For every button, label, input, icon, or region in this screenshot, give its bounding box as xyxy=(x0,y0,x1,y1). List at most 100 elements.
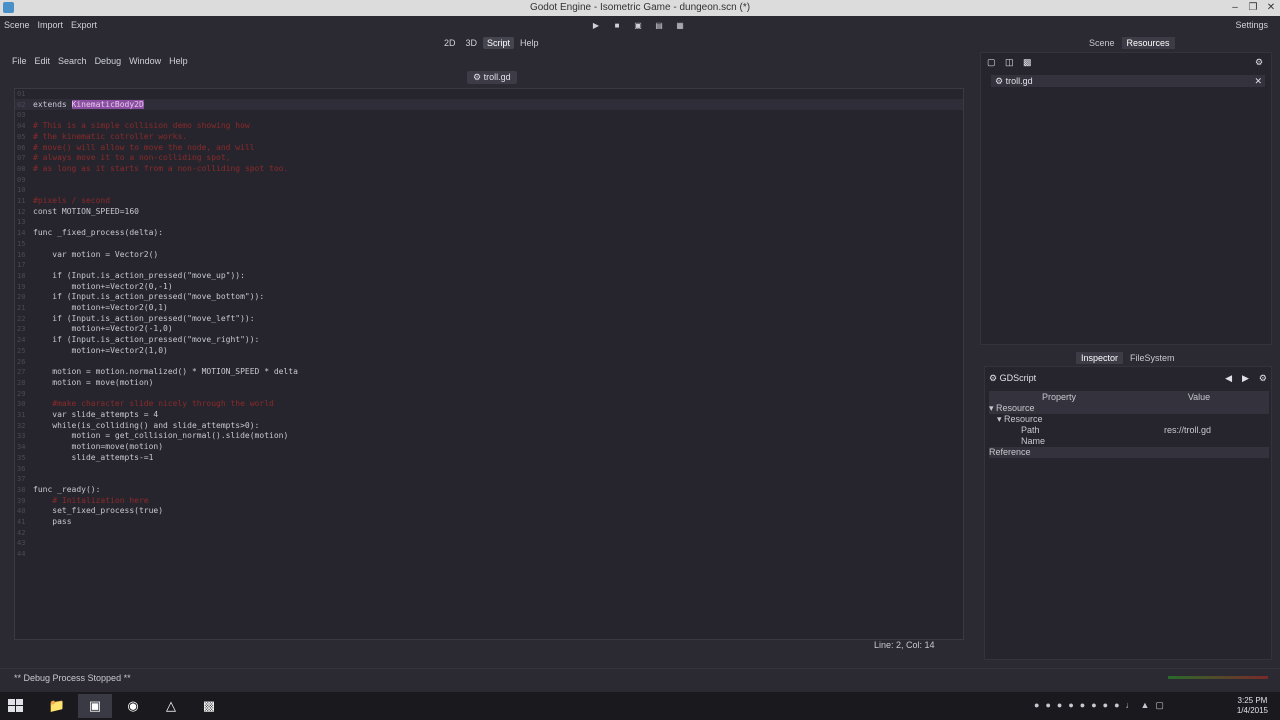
system-clock[interactable]: 3:25 PM 1/4/2015 xyxy=(1237,696,1268,716)
line-number: 28 xyxy=(17,378,26,387)
line-number: 39 xyxy=(17,496,26,505)
chrome-icon[interactable]: ◉ xyxy=(116,694,150,718)
tab-scene[interactable]: Scene xyxy=(1084,37,1120,49)
code-text: set_fixed_process(true) xyxy=(33,506,164,516)
minimize-icon[interactable]: – xyxy=(1226,0,1244,16)
line-number: 38 xyxy=(17,485,26,494)
tab-3d[interactable]: 3D xyxy=(462,37,482,49)
pause-icon[interactable]: ■ xyxy=(611,20,623,31)
code-text: if (Input.is_action_pressed("move_up")): xyxy=(33,270,245,280)
line-number: 13 xyxy=(17,218,26,227)
code-text: if (Input.is_action_pressed("move_right"… xyxy=(33,335,260,345)
menu-import[interactable]: Import xyxy=(38,20,64,30)
code-line: 11 #pixels / second xyxy=(15,196,963,207)
property-row[interactable]: ▾ Resource xyxy=(989,403,1269,414)
property-row[interactable]: Name xyxy=(989,436,1269,447)
line-number: 23 xyxy=(17,325,26,334)
property-row[interactable]: Reference xyxy=(989,447,1269,458)
script-menu-help[interactable]: Help xyxy=(169,56,188,66)
tab-help[interactable]: Help xyxy=(516,37,543,49)
play-scene-icon[interactable]: ▣ xyxy=(632,20,644,31)
line-number: 30 xyxy=(17,400,26,409)
tab-resources[interactable]: Resources xyxy=(1121,37,1175,49)
code-line: 42 xyxy=(15,528,963,539)
tray-app-icon[interactable]: ● xyxy=(1068,700,1073,711)
code-line: 29 xyxy=(15,389,963,400)
tab-filesystem[interactable]: FileSystem xyxy=(1125,352,1180,364)
restore-icon[interactable]: ❐ xyxy=(1244,0,1262,16)
line-number: 14 xyxy=(17,229,26,238)
tab-troll-gd[interactable]: ⚙ troll.gd xyxy=(467,71,517,84)
file-tab-label: troll.gd xyxy=(483,72,511,82)
tab-inspector[interactable]: Inspector xyxy=(1076,352,1124,364)
gear-icon[interactable]: ⚙ xyxy=(1255,57,1265,67)
property-row[interactable]: Path res://troll.gd xyxy=(989,425,1269,436)
code-line: 19 motion+=Vector2(0,-1) xyxy=(15,282,963,293)
tray-app-icon[interactable]: ● xyxy=(1103,700,1108,711)
menu-scene[interactable]: Scene xyxy=(4,20,30,30)
file-explorer-icon[interactable]: 📁 xyxy=(40,694,74,718)
debug-options-icon[interactable]: ▦ xyxy=(674,20,686,31)
tray-app-icon[interactable]: ● xyxy=(1091,700,1096,711)
script-menu-debug[interactable]: Debug xyxy=(95,56,122,66)
code-line: 27 motion = motion.normalized() * MOTION… xyxy=(15,367,963,378)
back-arrow-icon[interactable]: ◀ xyxy=(1225,373,1232,384)
property-row[interactable]: ▾ Resource xyxy=(989,414,1269,425)
code-line: 23 motion+=Vector2(-1,0) xyxy=(15,324,963,335)
tray-app-icon[interactable]: ● xyxy=(1045,700,1050,711)
tray-app-icon[interactable]: ● xyxy=(1080,700,1085,711)
new-file-icon[interactable]: ▢ xyxy=(987,57,997,67)
selected-text: KinematicBody2D xyxy=(71,99,144,109)
code-line: 36 xyxy=(15,464,963,475)
property-value: res://troll.gd xyxy=(1164,425,1212,435)
forward-arrow-icon[interactable]: ▶ xyxy=(1242,373,1249,384)
volume-icon[interactable]: ♩ xyxy=(1126,700,1135,711)
notification-icon[interactable]: ▢ xyxy=(1155,700,1164,711)
title-bar: Godot Engine - Isometric Game - dungeon.… xyxy=(0,0,1280,16)
close-icon[interactable]: ✕ xyxy=(1254,75,1262,87)
inkscape-icon[interactable]: △ xyxy=(154,694,188,718)
line-number: 44 xyxy=(17,550,26,559)
gear-icon: ⚙ xyxy=(995,76,1004,86)
windows-taskbar: 📁 ▣ ◉ △ ▩ ● ● ● ● ● ● ● ● ♩ ▲ ▢ 3:25 PM … xyxy=(0,692,1280,720)
tray-app-icon[interactable]: ● xyxy=(1034,700,1039,711)
code-line: 21 motion+=Vector2(0,1) xyxy=(15,303,963,314)
code-line: 09 xyxy=(15,175,963,186)
property-label: Name xyxy=(1021,436,1046,446)
resource-item[interactable]: ⚙ troll.gd ✕ xyxy=(991,75,1265,87)
open-folder-icon[interactable]: ◫ xyxy=(1005,57,1015,67)
godot-taskbar-icon[interactable]: ▩ xyxy=(192,694,226,718)
line-number: 25 xyxy=(17,346,26,355)
code-line: 02 extends KinematicBody2D xyxy=(15,99,963,111)
play-icon[interactable]: ▶ xyxy=(590,20,602,31)
menu-export[interactable]: Export xyxy=(71,20,97,30)
tray-app-icon[interactable]: ● xyxy=(1114,700,1119,711)
gear-icon[interactable]: ⚙ xyxy=(1259,373,1267,384)
network-icon[interactable]: ▲ xyxy=(1141,700,1150,711)
play-custom-scene-icon[interactable]: ▤ xyxy=(653,20,665,31)
tray-app-icon[interactable]: ● xyxy=(1057,700,1062,711)
settings-button[interactable]: Settings xyxy=(1235,20,1268,30)
playback-controls: ▶ ■ ▣ ▤ ▦ xyxy=(590,20,686,31)
close-icon[interactable]: ✕ xyxy=(1262,0,1280,16)
code-line: 01 xyxy=(15,89,963,100)
inspector-header: ⚙ GDScript xyxy=(989,373,1036,384)
script-menu-search[interactable]: Search xyxy=(58,56,87,66)
debug-bar: ** Debug Process Stopped ** xyxy=(0,668,1280,692)
script-menu-edit[interactable]: Edit xyxy=(35,56,51,66)
line-number: 42 xyxy=(17,528,26,537)
property-column-header: Property xyxy=(1041,392,1076,402)
tab-2d[interactable]: 2D xyxy=(440,37,460,49)
script-menu-file[interactable]: File xyxy=(12,56,27,66)
tab-script[interactable]: Script xyxy=(483,37,515,49)
save-icon[interactable]: ▩ xyxy=(1023,57,1033,67)
start-icon[interactable] xyxy=(8,699,24,714)
line-number: 10 xyxy=(17,186,26,195)
code-line: 07 # always move it to a non-colliding sp… xyxy=(15,153,963,164)
script-menu-window[interactable]: Window xyxy=(129,56,161,66)
gear-icon: ⚙ xyxy=(473,72,482,82)
code-line: 31 var slide_attempts = 4 xyxy=(15,410,963,421)
debug-status: ** Debug Process Stopped ** xyxy=(14,673,131,683)
code-editor[interactable]: 01 02 extends KinematicBody2D 03 04 # This is… xyxy=(14,88,964,640)
camtasia-icon[interactable]: ▣ xyxy=(78,694,112,718)
